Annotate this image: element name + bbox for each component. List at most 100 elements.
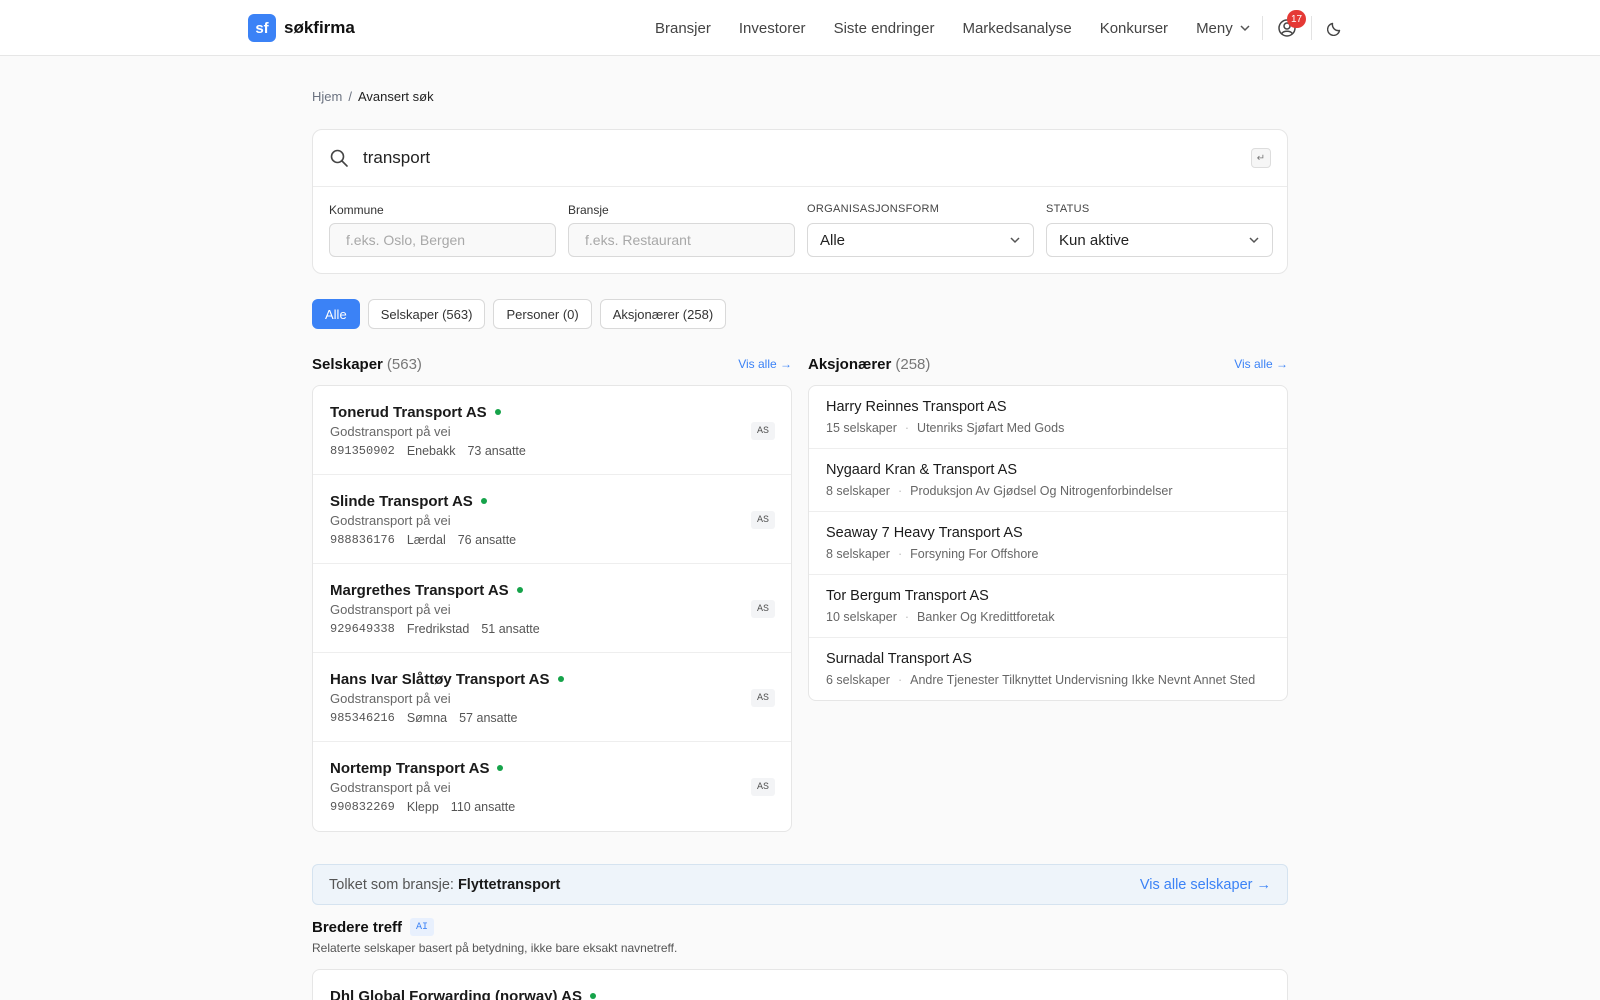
orgform-select[interactable]: Alle [807, 223, 1034, 257]
company-row[interactable]: Nortemp Transport AS Godstransport på ve… [313, 742, 791, 831]
logo[interactable]: sf søkfirma [248, 14, 355, 42]
company-form-tag: AS [750, 600, 775, 618]
company-employees: 57 ansatte [459, 711, 518, 725]
tab-alle[interactable]: Alle [312, 299, 360, 329]
shareholder-industry: Utenriks Sjøfart Med Gods [917, 421, 1065, 435]
meta-separator: · [904, 421, 910, 435]
shareholder-industry: Banker Og Kredittforetak [917, 610, 1055, 624]
company-form-tag: AS [750, 422, 775, 440]
chevron-down-icon [1249, 237, 1259, 244]
nav-investorer[interactable]: Investorer [739, 20, 806, 37]
interpreted-industry-banner: Tolket som bransje: Flyttetransport Vis … [312, 864, 1288, 905]
company-place: Klepp [406, 800, 439, 814]
company-name-text: Margrethes Transport AS [330, 581, 509, 599]
kommune-input[interactable] [329, 223, 556, 257]
company-place: Fredrikstad [406, 622, 470, 636]
status-label: STATUS [1046, 203, 1090, 215]
companies-header: Selskaper (563) Vis alle → [312, 354, 792, 374]
company-meta: 988836176 Lærdal 76 ansatte [330, 533, 774, 551]
shareholders-header: Aksjonærer (258) Vis alle → [808, 354, 1288, 374]
nav-konkurser[interactable]: Konkurser [1100, 20, 1168, 37]
moon-icon [1327, 22, 1341, 36]
shareholder-meta: 8 selskaper · Produksjon Av Gjødsel Og N… [826, 484, 1270, 498]
enter-key-icon[interactable]: ↵ [1251, 148, 1271, 168]
shareholder-meta: 6 selskaper · Andre Tjenester Tilknyttet… [826, 673, 1270, 687]
company-orgnr: 990832269 [330, 800, 395, 814]
company-place: Lærdal [406, 533, 446, 547]
broader-company-name: Dhl Global Forwarding (norway) AS [330, 986, 1270, 1000]
tab-personer[interactable]: Personer (0) [493, 299, 592, 329]
broader-result-card[interactable]: Dhl Global Forwarding (norway) AS [312, 969, 1288, 1000]
company-orgnr: 891350902 [330, 444, 395, 458]
company-row[interactable]: Slinde Transport AS Godstransport på vei… [313, 475, 791, 564]
orgform-value: Alle [820, 231, 846, 249]
shareholder-name: Nygaard Kran & Transport AS [826, 462, 1018, 478]
shareholder-company-count: 10 selskaper [826, 610, 897, 624]
shareholder-name: Seaway 7 Heavy Transport AS [826, 525, 1023, 541]
shareholders-see-all-link[interactable]: Vis alle → [1234, 357, 1288, 371]
company-meta: 985346216 Sømna 57 ansatte [330, 711, 774, 729]
filter-bransje: Bransje [568, 203, 795, 257]
shareholder-company-count: 15 selskaper [826, 421, 897, 435]
ai-badge: AI [410, 918, 435, 936]
shareholder-row[interactable]: Nygaard Kran & Transport AS 8 selskaper … [809, 449, 1287, 512]
search-input[interactable] [363, 148, 1237, 168]
logo-text: søkfirma [284, 18, 355, 37]
company-name: Hans Ivar Slåttøy Transport AS [330, 669, 774, 689]
notification-badge: 17 [1287, 10, 1307, 28]
company-meta: 929649338 Fredrikstad 51 ansatte [330, 622, 774, 640]
active-status-dot [494, 409, 501, 415]
meta-separator: · [897, 484, 903, 498]
companies-list: Tonerud Transport AS Godstransport på ve… [312, 385, 792, 832]
shareholder-row[interactable]: Seaway 7 Heavy Transport AS 8 selskaper … [809, 512, 1287, 575]
company-employees: 51 ansatte [481, 622, 540, 636]
company-industry: Godstransport på vei [330, 424, 451, 439]
nav-siste-endringer[interactable]: Siste endringer [834, 20, 935, 37]
broader-results-header: Bredere treff AI [312, 918, 435, 936]
nav-bransjer[interactable]: Bransjer [655, 20, 711, 37]
chevron-down-icon [1240, 25, 1250, 32]
nav-menu[interactable]: Meny [1196, 20, 1251, 37]
company-form-tag: AS [750, 689, 775, 707]
shareholder-row[interactable]: Surnadal Transport AS 6 selskaper · Andr… [809, 638, 1287, 700]
shareholder-meta: 15 selskaper · Utenriks Sjøfart Med Gods [826, 421, 1270, 435]
breadcrumb-current: Avansert søk [357, 89, 434, 104]
shareholder-row[interactable]: Tor Bergum Transport AS 10 selskaper · B… [809, 575, 1287, 638]
shareholder-meta: 8 selskaper · Forsyning For Offshore [826, 547, 1270, 561]
chevron-down-icon [1010, 237, 1020, 244]
bransje-input[interactable] [568, 223, 795, 257]
shareholders-title: Aksjonærer (258) [808, 356, 930, 373]
search-row: ↵ [313, 130, 1287, 187]
interpreted-text: Tolket som bransje: Flyttetransport [329, 877, 560, 893]
company-name-text: Hans Ivar Slåttøy Transport AS [330, 670, 550, 688]
status-select[interactable]: Kun aktive [1046, 223, 1273, 257]
status-value: Kun aktive [1059, 231, 1130, 249]
companies-count: (563) [386, 355, 422, 373]
company-row[interactable]: Tonerud Transport AS Godstransport på ve… [313, 386, 791, 475]
companies-title: Selskaper (563) [312, 356, 422, 373]
company-row[interactable]: Hans Ivar Slåttøy Transport AS Godstrans… [313, 653, 791, 742]
company-industry: Godstransport på vei [330, 513, 451, 528]
company-name: Margrethes Transport AS [330, 580, 774, 600]
filter-kommune: Kommune [329, 203, 556, 257]
active-status-dot [480, 498, 487, 504]
company-row[interactable]: Margrethes Transport AS Godstransport på… [313, 564, 791, 653]
nav-markedsanalyse[interactable]: Markedsanalyse [962, 20, 1071, 37]
search-panel: ↵ Kommune Bransje ORGANISASJONSFORM Alle… [312, 129, 1288, 274]
breadcrumb-home[interactable]: Hjem [312, 89, 342, 104]
tab-aksjonaerer[interactable]: Aksjonærer (258) [599, 299, 727, 329]
see-all-companies-link[interactable]: Vis alle selskaper → [1140, 877, 1271, 893]
companies-see-all-link[interactable]: Vis alle → [738, 357, 792, 371]
filters-row: Kommune Bransje ORGANISASJONSFORM Alle S… [313, 187, 1287, 273]
tab-selskaper[interactable]: Selskaper (563) [367, 299, 486, 329]
broader-company-name-text: Dhl Global Forwarding (norway) AS [330, 987, 582, 1000]
nav-menu-label: Meny [1196, 19, 1233, 37]
dark-mode-toggle[interactable] [1323, 16, 1347, 40]
shareholder-row[interactable]: Harry Reinnes Transport AS 15 selskaper … [809, 386, 1287, 449]
account-button[interactable]: 17 [1275, 10, 1307, 40]
interpreted-value: Flyttetransport [457, 876, 561, 893]
shareholder-company-count: 8 selskaper [826, 484, 890, 498]
shareholder-industry: Andre Tjenester Tilknyttet Undervisning … [910, 673, 1256, 687]
company-meta: 891350902 Enebakk 73 ansatte [330, 444, 774, 462]
active-status-dot [557, 676, 564, 682]
